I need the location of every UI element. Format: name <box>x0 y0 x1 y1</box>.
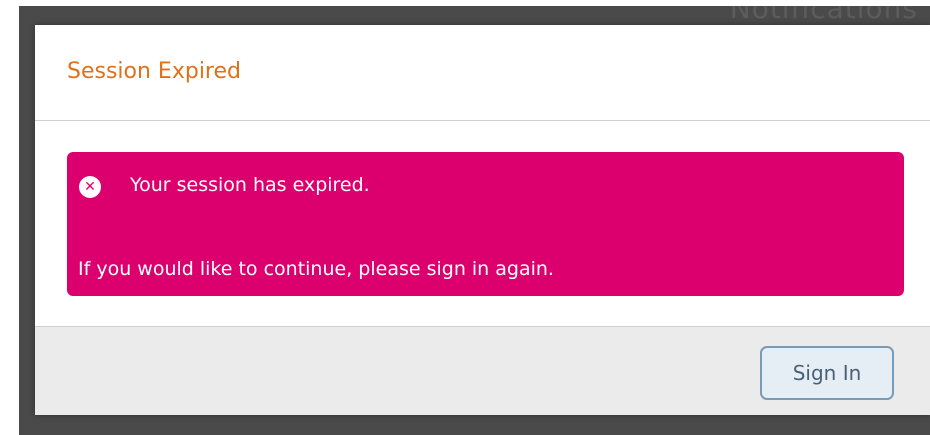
session-expired-dialog: Session Expired ✕ Your session has expir… <box>35 25 930 415</box>
backdrop-heading: Notifications <box>729 6 918 25</box>
error-circle-x-icon: ✕ <box>79 176 101 198</box>
dialog-title: Session Expired <box>67 59 241 84</box>
alert-detail: If you would like to continue, please si… <box>78 258 554 280</box>
dialog-footer: Sign In <box>35 326 930 415</box>
sign-in-button[interactable]: Sign In <box>760 346 894 400</box>
error-alert: ✕ Your session has expired. If you would… <box>67 152 904 296</box>
alert-message: Your session has expired. <box>130 174 370 196</box>
dialog-header: Session Expired <box>35 25 930 121</box>
